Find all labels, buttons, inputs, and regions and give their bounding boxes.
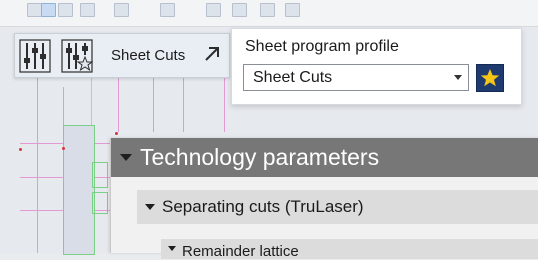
grid-line [183,72,184,132]
pierce-point [19,148,22,151]
grid-line [224,72,225,132]
sliders-icon[interactable] [19,39,51,73]
remainder-lattice-label: Remainder lattice [182,243,299,260]
ribbon-button [260,3,275,17]
profile-selected-value: Sheet Cuts [253,69,333,86]
sliders-star-icon[interactable] [61,39,94,73]
ribbon-button [285,3,300,17]
nested-part [63,125,95,255]
grid-line [37,72,38,253]
ribbon-button [160,3,175,17]
pierce-point [115,132,118,135]
sheet-cuts-panel: Sheet Cuts [14,33,230,78]
profile-title: Sheet program profile [245,38,399,55]
ribbon-button [114,3,129,17]
background-ribbon-toolbar [0,0,538,27]
favorite-star-icon [480,69,500,87]
open-arrow-icon[interactable] [203,45,221,63]
collapse-caret-icon[interactable] [120,154,132,161]
pierce-point [62,147,65,150]
chevron-down-icon[interactable] [454,75,462,80]
sheet-program-profile-panel: Sheet program profile Sheet Cuts [231,28,522,105]
ribbon-button-selected [41,3,56,17]
remainder-lattice-section[interactable]: Remainder lattice [161,239,538,260]
profile-dropdown[interactable]: Sheet Cuts [243,64,469,91]
ribbon-button [206,3,221,17]
sheet-cuts-label[interactable]: Sheet Cuts [111,47,185,64]
grid-line [153,72,154,132]
ribbon-button [27,3,42,17]
ribbon-button [58,3,73,17]
separating-cuts-label: Separating cuts (TruLaser) [162,197,364,216]
technology-parameters-panel: Technology parameters Separating cuts (T… [110,138,538,260]
part-notch [92,192,108,214]
part-notch [92,162,108,188]
ribbon-button [232,3,247,17]
ribbon-button [80,3,95,17]
separating-cuts-section[interactable]: Separating cuts (TruLaser) [137,190,538,224]
collapse-caret-icon[interactable] [168,246,176,251]
collapse-caret-icon[interactable] [145,204,155,210]
technology-parameters-header[interactable]: Technology parameters [111,138,538,177]
grid-line [118,72,119,132]
favorite-button[interactable] [476,64,504,92]
technology-parameters-title: Technology parameters [140,144,380,170]
